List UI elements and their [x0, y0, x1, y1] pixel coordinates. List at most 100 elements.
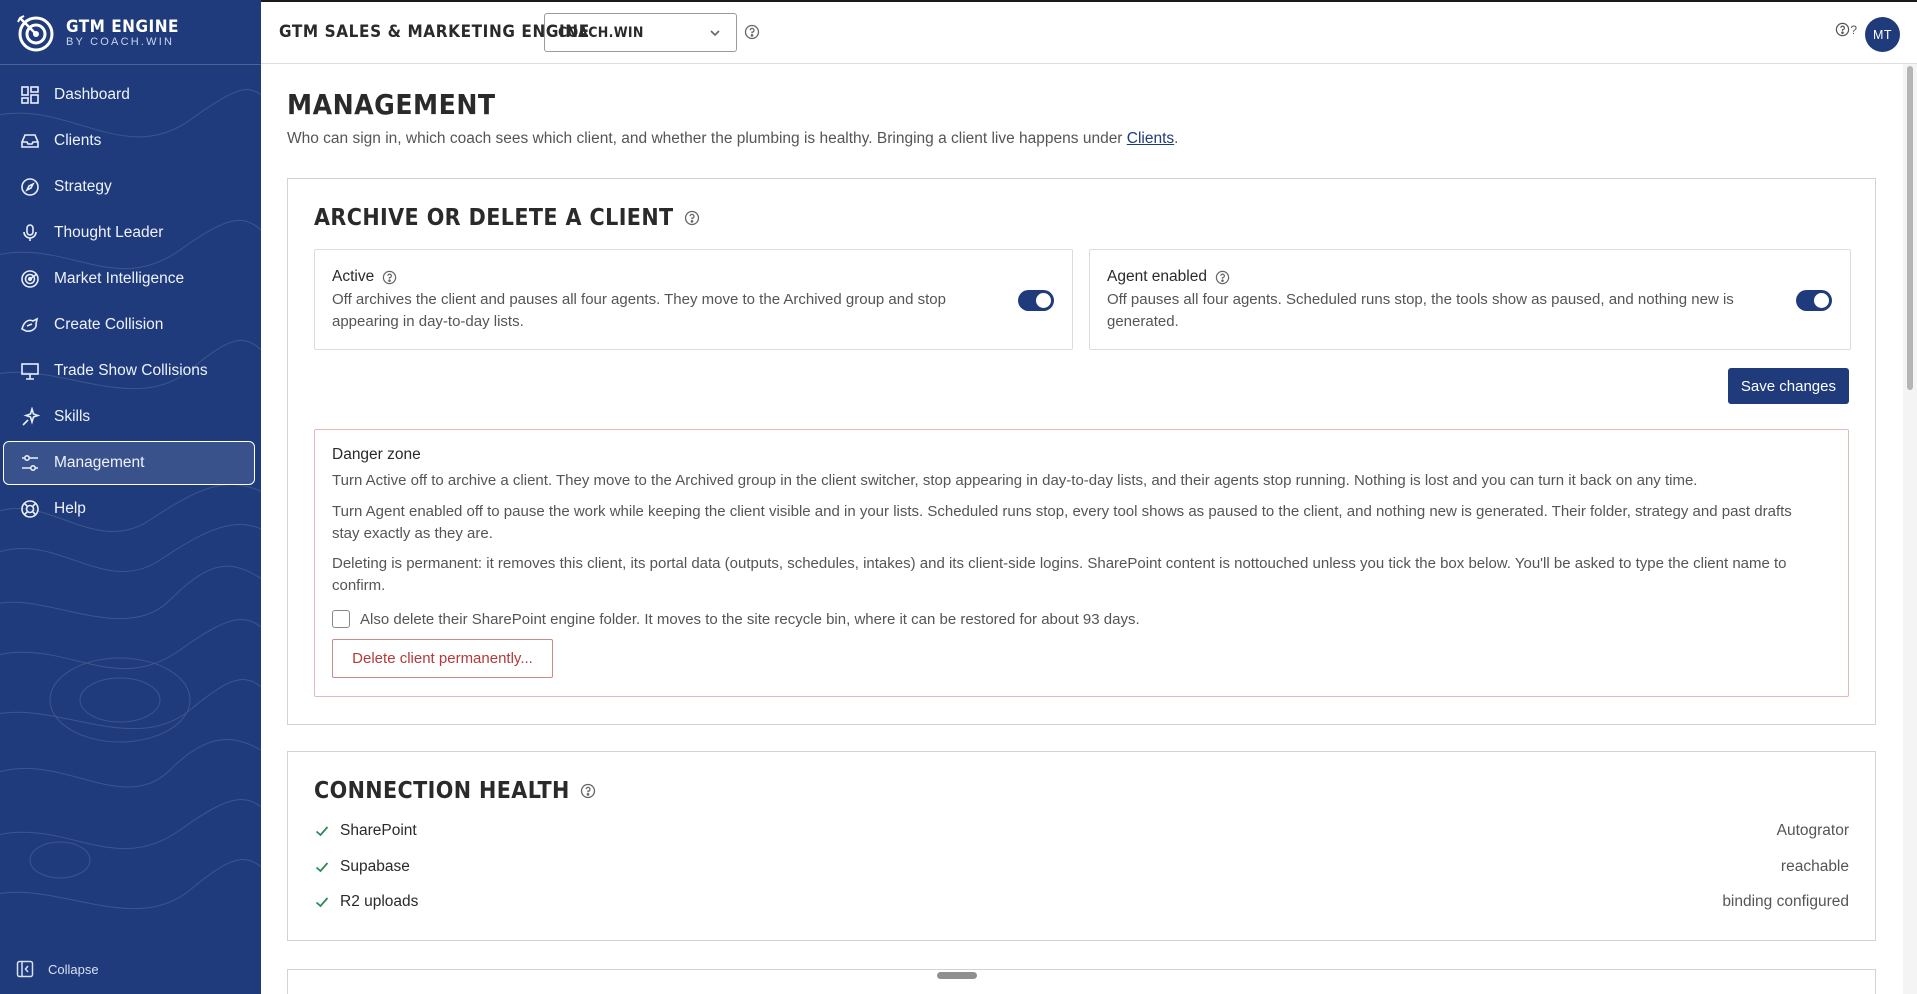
page-subtitle: Who can sign in, which coach sees which … — [287, 130, 1178, 148]
agent-enabled-label: Agent enabled — [1107, 268, 1230, 286]
sidebar-item-label: Management — [54, 454, 145, 471]
danger-zone-delete-line: confirm. — [332, 577, 386, 594]
collision-icon — [19, 314, 41, 336]
agent-enabled-toggle[interactable] — [1796, 290, 1832, 311]
health-service-name: SharePoint — [340, 822, 417, 839]
page-title: MANAGEMENT — [287, 88, 496, 121]
client-select-value: COACH.WIN — [558, 24, 644, 41]
sidebar-item-market-intelligence[interactable]: Market Intelligence — [0, 256, 261, 302]
inbox-icon — [19, 130, 41, 152]
sidebar-item-label: Create Collision — [54, 316, 164, 333]
target-logo-icon — [17, 15, 54, 52]
brand[interactable]: GTM ENGINE BY COACH.WIN — [14, 12, 179, 54]
save-changes-button[interactable]: Save changes — [1727, 368, 1849, 404]
active-description: Off archives the client and pauses all f… — [332, 289, 946, 333]
avatar[interactable]: MT — [1865, 17, 1900, 52]
active-label-text: Active — [332, 268, 375, 285]
agent-enabled-description-line: Off pauses all four agents. Scheduled ru… — [1107, 291, 1734, 308]
help-circle-icon[interactable] — [382, 270, 397, 285]
sidebar-item-strategy[interactable]: Strategy — [0, 164, 261, 210]
scrollbar-thumb[interactable] — [1907, 66, 1913, 390]
sidebar-item-thought-leader[interactable]: Thought Leader — [0, 210, 261, 256]
sidebar: GTM ENGINE BY COACH.WIN Dashboard Client… — [0, 0, 261, 994]
help-circle-icon[interactable] — [744, 24, 760, 40]
delete-sharepoint-checkbox[interactable] — [332, 610, 350, 628]
sidebar-item-help[interactable]: Help — [0, 486, 261, 532]
delete-sharepoint-checkbox-row[interactable]: Also delete their SharePoint engine fold… — [332, 610, 1140, 628]
sidebar-item-label: Clients — [54, 132, 102, 149]
vertical-scrollbar[interactable] — [1903, 64, 1917, 994]
horizontal-scroll-handle[interactable] — [937, 972, 977, 979]
danger-zone-title: Danger zone — [332, 446, 421, 463]
sidebar-item-management[interactable]: Management — [0, 440, 261, 486]
page-subtitle-end: . — [1174, 130, 1179, 147]
sidebar-item-trade-show-collisions[interactable]: Trade Show Collisions — [0, 348, 261, 394]
health-row-r2-uploads: R2 uploads binding configured — [314, 890, 1849, 914]
sidebar-item-label: Market Intelligence — [54, 270, 185, 287]
danger-zone-delete-line: Deleting is permanent: it removes this c… — [332, 555, 1787, 572]
sidebar-item-label: Help — [54, 500, 86, 517]
archive-section-title: ARCHIVE OR DELETE A CLIENT — [314, 205, 700, 231]
sidebar-item-dashboard[interactable]: Dashboard — [0, 72, 261, 118]
help-menu-button[interactable]: ? — [1835, 22, 1857, 37]
chevron-down-icon — [710, 30, 720, 37]
active-setting: Active Off archives the client and pause… — [314, 249, 1073, 350]
delete-sharepoint-checkbox-label: Also delete their SharePoint engine fold… — [360, 610, 1140, 628]
sidebar-item-label: Skills — [54, 408, 91, 425]
health-service-name: R2 uploads — [340, 893, 419, 910]
sidebar-item-label: Dashboard — [54, 86, 130, 103]
collapse-sidebar-icon — [16, 960, 34, 978]
danger-zone-archive-text: Turn Active off to archive a client. The… — [332, 472, 1698, 489]
collapse-button[interactable]: Collapse — [16, 960, 99, 978]
sidebar-nav: Dashboard Clients Strategy Thought Leade… — [0, 72, 261, 532]
danger-zone: Danger zone Turn Active off to archive a… — [314, 429, 1849, 697]
check-icon — [315, 862, 329, 873]
danger-zone-pause-text: Turn Agent enabled off to pause the work… — [332, 501, 1831, 545]
active-description-line: appearing in day-to-day lists. — [332, 313, 524, 330]
health-row-sharepoint: SharePoint Autogrator — [314, 819, 1849, 843]
sidebar-item-label: Strategy — [54, 178, 112, 195]
clients-link[interactable]: Clients — [1127, 130, 1174, 147]
danger-zone-delete-text: Deleting is permanent: it removes this c… — [332, 553, 1831, 597]
sparkles-icon — [19, 406, 41, 428]
agent-enabled-description: Off pauses all four agents. Scheduled ru… — [1107, 289, 1734, 333]
main-content: MANAGEMENT Who can sign in, which coach … — [261, 64, 1917, 994]
page-subtitle-text: Who can sign in, which coach sees which … — [287, 130, 1127, 147]
health-service-status: reachable — [1780, 858, 1849, 875]
help-circle-icon[interactable] — [580, 783, 596, 799]
archive-card: ARCHIVE OR DELETE A CLIENT Active Off ar… — [287, 178, 1876, 725]
collapse-label: Collapse — [48, 961, 99, 977]
help-circle-icon[interactable] — [1215, 270, 1230, 285]
active-label: Active — [332, 268, 397, 286]
danger-zone-pause-line: stay exactly as they are. — [332, 525, 493, 542]
sidebar-item-clients[interactable]: Clients — [0, 118, 261, 164]
brand-subtitle: BY COACH.WIN — [66, 35, 175, 48]
client-select[interactable]: COACH.WIN — [544, 13, 737, 52]
help-badge: ? — [1850, 22, 1857, 37]
sidebar-item-skills[interactable]: Skills — [0, 394, 261, 440]
archive-title-text: ARCHIVE OR DELETE A CLIENT — [314, 205, 674, 231]
presentation-icon — [19, 360, 41, 382]
danger-zone-pause-line: Turn Agent enabled off to pause the work… — [332, 503, 1792, 520]
health-service-status: Autogrator — [1776, 822, 1849, 839]
agent-enabled-setting: Agent enabled Off pauses all four agents… — [1089, 249, 1851, 350]
check-icon — [315, 826, 329, 837]
active-toggle[interactable] — [1018, 290, 1054, 311]
lifebuoy-icon — [19, 498, 41, 520]
agent-enabled-description-line: generated. — [1107, 313, 1179, 330]
health-service-status: binding configured — [1722, 893, 1849, 910]
health-row-supabase: Supabase reachable — [314, 855, 1849, 879]
sliders-icon — [19, 452, 41, 474]
help-circle-icon[interactable] — [684, 210, 700, 226]
connection-health-title: CONNECTION HEALTH — [314, 778, 596, 804]
compass-icon — [19, 176, 41, 198]
top-bar: GTM SALES & MARKETING ENGINE COACH.WIN ?… — [261, 0, 1917, 64]
sidebar-item-create-collision[interactable]: Create Collision — [0, 302, 261, 348]
microphone-icon — [19, 222, 41, 244]
brand-name: GTM ENGINE — [66, 16, 179, 37]
brand-divider — [0, 64, 261, 65]
delete-client-button[interactable]: Delete client permanently... — [332, 639, 553, 678]
connection-health-title-text: CONNECTION HEALTH — [314, 778, 570, 804]
check-icon — [315, 897, 329, 908]
dashboard-icon — [19, 84, 41, 106]
